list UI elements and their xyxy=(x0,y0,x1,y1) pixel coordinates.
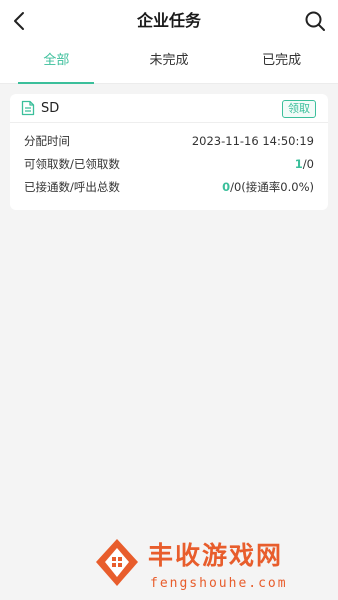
document-icon xyxy=(21,100,35,116)
claim-count-value: 1/0 xyxy=(295,154,314,174)
watermark: 丰收游戏网 fengshouhe.com xyxy=(88,532,336,598)
search-icon xyxy=(305,11,325,31)
task-card[interactable]: SD 领取 分配时间 2023-11-16 14:50:19 可领取数/已领取数… xyxy=(10,94,328,210)
connect-count-label: 已接通数/呼出总数 xyxy=(24,180,120,194)
assign-time-value: 2023-11-16 14:50:19 xyxy=(191,134,314,148)
connected-count: 0 xyxy=(222,180,231,194)
connect-count-value: 0/0(接通率0.0%) xyxy=(222,177,314,197)
tab-incomplete[interactable]: 未完成 xyxy=(113,42,226,83)
search-button[interactable] xyxy=(302,8,328,34)
watermark-brand: 丰收游戏网 xyxy=(148,541,284,570)
claim-button[interactable]: 领取 xyxy=(282,100,316,118)
watermark-logo xyxy=(96,539,138,586)
tab-bar: 全部 未完成 已完成 xyxy=(0,42,338,84)
assign-time-row: 分配时间 2023-11-16 14:50:19 xyxy=(24,131,314,151)
page-title: 企业任务 xyxy=(136,11,201,30)
claimable-count: 1 xyxy=(294,157,303,171)
tab-completed[interactable]: 已完成 xyxy=(225,42,338,83)
claimed-count: /0 xyxy=(302,157,314,171)
call-total-rate: /0(接通率0.0%) xyxy=(230,180,314,194)
claim-count-label: 可领取数/已领取数 xyxy=(24,157,120,171)
claim-count-row: 可领取数/已领取数 1/0 xyxy=(24,154,314,174)
tab-all[interactable]: 全部 xyxy=(0,42,113,83)
connect-count-row: 已接通数/呼出总数 0/0(接通率0.0%) xyxy=(24,177,314,197)
watermark-domain: fengshouhe.com xyxy=(150,576,288,591)
task-card-header: SD 领取 xyxy=(10,94,328,123)
task-name: SD xyxy=(41,101,60,116)
assign-time-label: 分配时间 xyxy=(24,134,70,148)
top-bar: 企业任务 xyxy=(0,0,338,42)
